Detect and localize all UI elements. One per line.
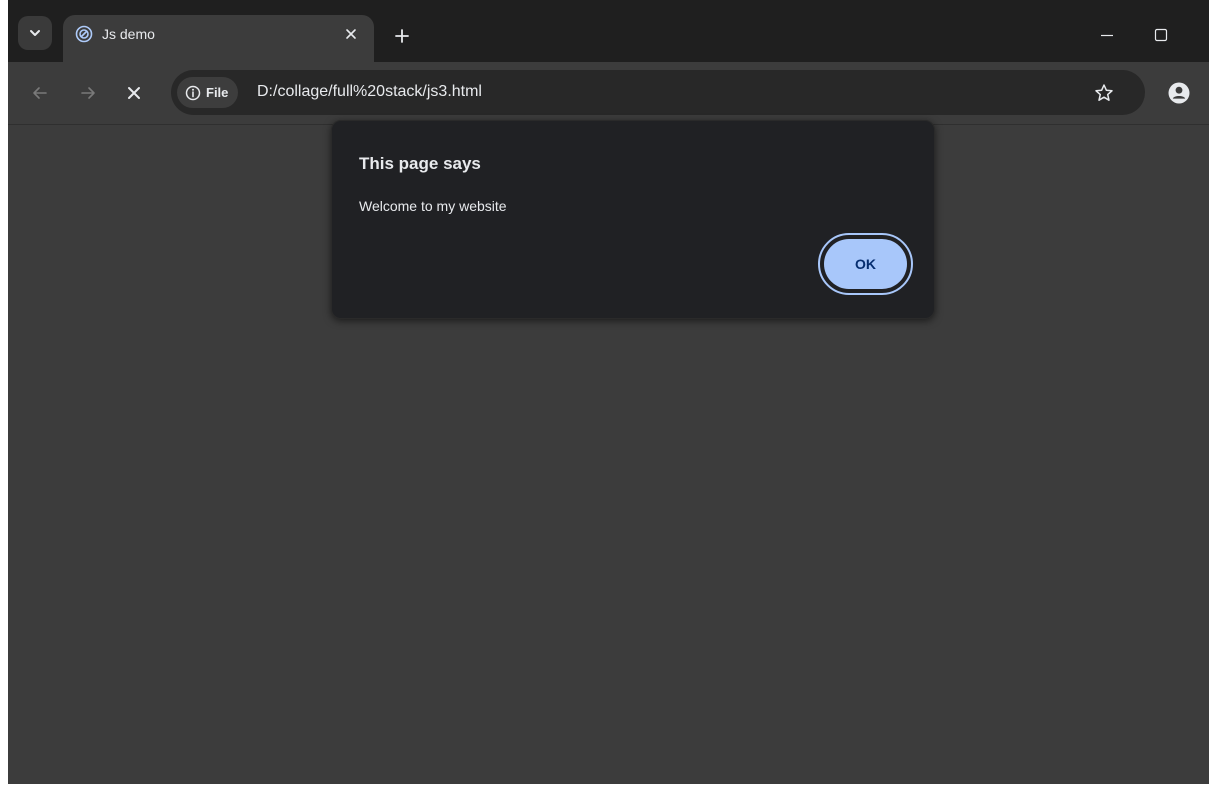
- tab-search-button[interactable]: [18, 16, 52, 50]
- url-text[interactable]: D:/collage/full%20stack/js3.html: [257, 83, 482, 101]
- dialog-message: Welcome to my website: [359, 198, 507, 214]
- maximize-icon: [1154, 28, 1168, 42]
- chevron-down-icon: [30, 30, 40, 36]
- forward-button[interactable]: [74, 79, 102, 107]
- info-icon: [185, 85, 201, 100]
- close-icon: [128, 87, 140, 99]
- back-button[interactable]: [26, 79, 54, 107]
- browser-toolbar: File D:/collage/full%20stack/js3.html: [8, 62, 1209, 125]
- tab-close-button[interactable]: [341, 24, 361, 44]
- arrow-right-icon: [81, 87, 95, 99]
- new-tab-button[interactable]: [388, 22, 416, 50]
- tab-active[interactable]: Js demo: [63, 15, 374, 62]
- ok-button[interactable]: OK: [824, 239, 907, 289]
- minimize-icon: [1101, 34, 1113, 37]
- stop-loading-button[interactable]: [120, 79, 148, 107]
- tab-strip: Js demo: [8, 0, 1209, 62]
- alert-dialog: This page says Welcome to my website OK: [331, 120, 935, 319]
- dialog-title: This page says: [359, 154, 481, 173]
- site-info-chip[interactable]: File: [177, 77, 239, 108]
- arrow-left-icon: [33, 87, 47, 99]
- star-icon: [1095, 84, 1113, 101]
- person-icon: [1168, 82, 1190, 104]
- bookmark-button[interactable]: [1091, 80, 1117, 106]
- minimize-button[interactable]: [1092, 20, 1122, 50]
- window-left-edge: [0, 0, 8, 787]
- close-icon: [346, 29, 356, 39]
- plus-icon: [395, 29, 409, 43]
- address-bar[interactable]: File D:/collage/full%20stack/js3.html: [171, 70, 1145, 115]
- browser-window: Js demo File D:/collage/full%20stack/js3…: [0, 0, 1209, 787]
- profile-button[interactable]: [1165, 79, 1193, 107]
- ok-button-focus-ring: OK: [818, 233, 913, 295]
- site-info-label: File: [206, 85, 229, 100]
- tab-title: Js demo: [102, 26, 155, 42]
- maximize-button[interactable]: [1146, 20, 1176, 50]
- globe-favicon-icon: [75, 25, 93, 43]
